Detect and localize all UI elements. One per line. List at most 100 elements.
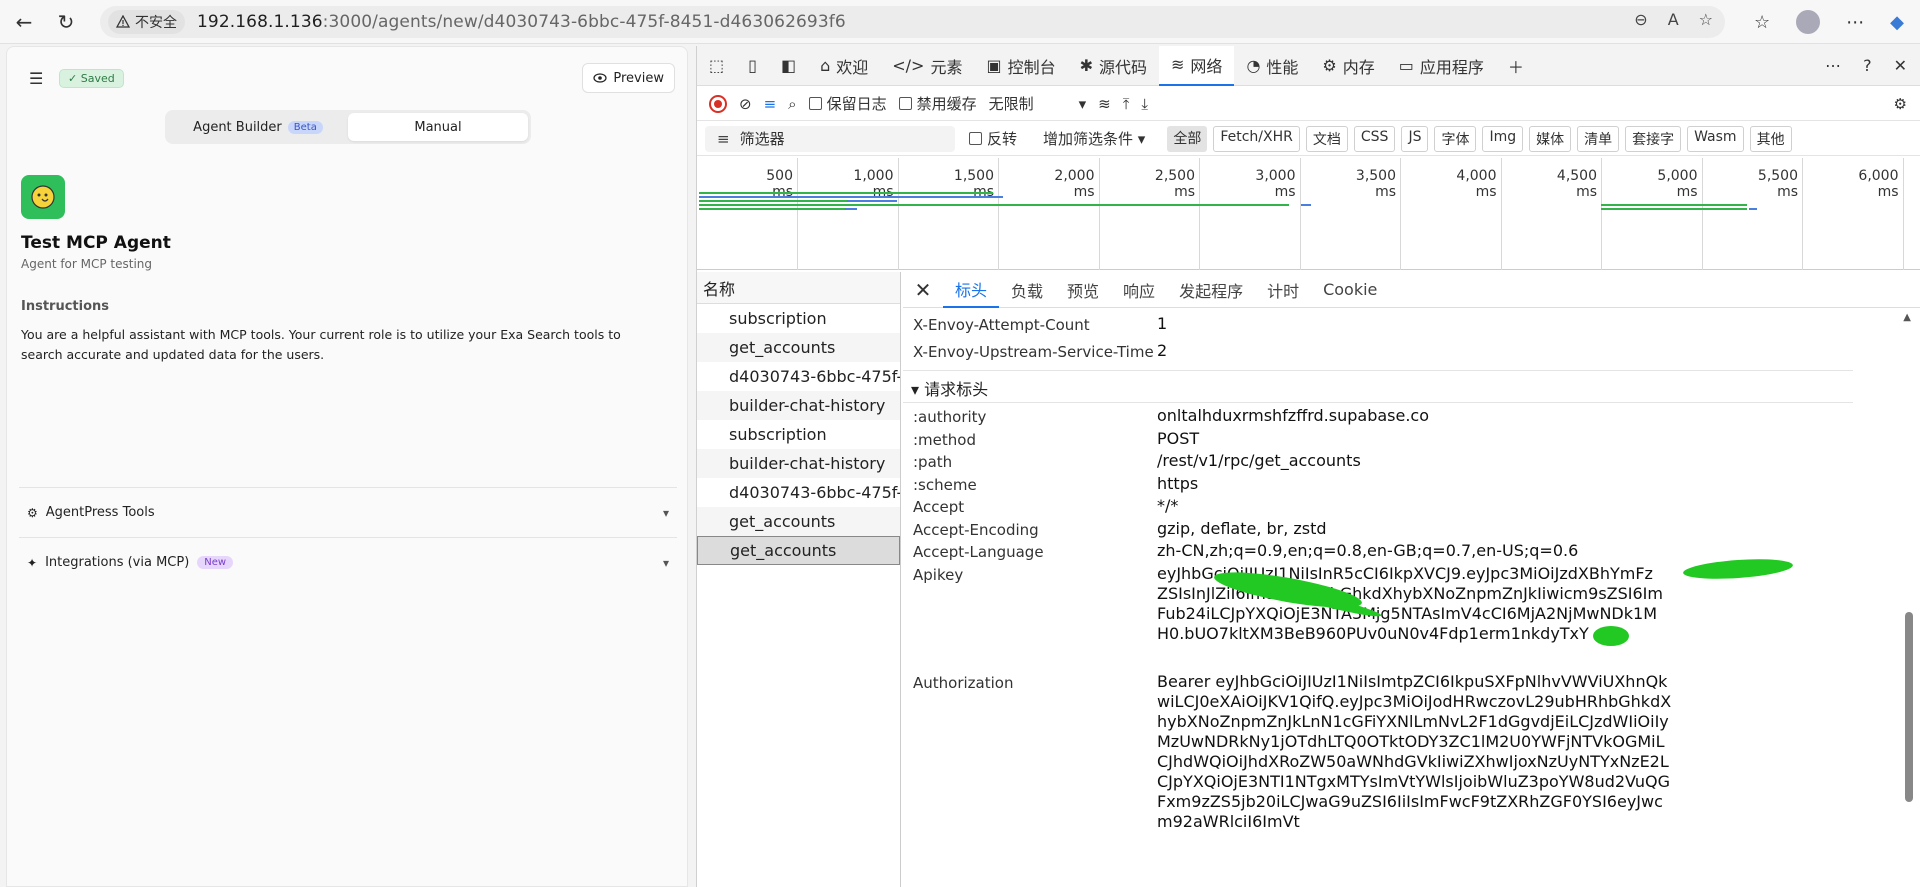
invert-checkbox[interactable]: 反转 — [969, 128, 1017, 149]
console-icon: ▣ — [986, 56, 1002, 75]
request-row[interactable]: builder-chat-history — [697, 391, 900, 420]
name-column-header[interactable]: 名称 — [697, 272, 900, 304]
detail-tab[interactable]: 发起程序 — [1167, 272, 1255, 308]
agent-description[interactable]: Agent for MCP testing — [21, 257, 152, 271]
copilot-icon[interactable]: ◆ — [1890, 12, 1904, 33]
tab-elements[interactable]: </> 元素 — [880, 46, 974, 86]
more-filters-dropdown[interactable]: 增加筛选条件 ▾ — [1043, 128, 1145, 149]
dock-icon[interactable]: ◧ — [769, 46, 808, 86]
record-icon[interactable] — [709, 94, 727, 113]
request-row[interactable]: d4030743-6bbc-475f-84... — [697, 362, 900, 391]
filter-chip[interactable]: Fetch/XHR — [1213, 125, 1300, 152]
menu-icon[interactable]: ☰ — [29, 69, 43, 88]
tab-manual[interactable]: Manual — [348, 113, 528, 141]
more-menu-icon[interactable]: ⋯ — [1846, 12, 1864, 33]
request-headers-title[interactable]: ▾ 请求标头 — [911, 376, 988, 400]
scrollbar-thumb[interactable] — [1905, 612, 1913, 802]
scroll-up-icon[interactable]: ▲ — [1903, 312, 1911, 323]
filter-chip[interactable]: 套接字 — [1625, 125, 1682, 152]
timeline-request-bar — [699, 192, 993, 194]
header-name: Apikey — [913, 566, 964, 584]
throttle-select[interactable]: 无限制 ▾ — [989, 93, 1087, 114]
filter-chip[interactable]: 字体 — [1434, 125, 1477, 152]
filter-chip[interactable]: 全部 — [1167, 125, 1208, 152]
timeline-gridline — [797, 158, 798, 270]
section-integrations[interactable]: ✦ Integrations (via MCP) New ▾ — [19, 537, 677, 587]
disable-cache-checkbox[interactable]: 禁用缓存 — [898, 93, 977, 114]
device-icon[interactable]: ▯ — [736, 46, 769, 86]
filter-chip[interactable]: Wasm — [1687, 125, 1744, 152]
request-row[interactable]: d4030743-6bbc-475f-84... — [697, 478, 900, 507]
header-value: /rest/v1/rpc/get_accounts — [1157, 451, 1361, 470]
request-row[interactable]: subscription — [697, 304, 900, 333]
network-timeline[interactable]: 500 ms 1,000 ms 1,500 ms 2,000 ms 2,500 ms 3,… — [697, 158, 1920, 270]
header-value: onltalhduxrmshfzffrd.supabase.co — [1157, 406, 1430, 425]
request-row[interactable]: subscription — [697, 420, 900, 449]
export-icon[interactable]: ⤓ — [1141, 95, 1148, 113]
timeline-gridline — [1601, 158, 1602, 270]
import-icon[interactable]: ⤒ — [1123, 95, 1130, 113]
back-button[interactable]: ← — [6, 4, 42, 40]
detail-tab[interactable]: 预览 — [1055, 272, 1111, 308]
read-aloud-icon[interactable]: A — [1668, 10, 1679, 29]
help-icon[interactable]: ? — [1863, 56, 1872, 75]
instructions-text[interactable]: You are a helpful assistant with MCP too… — [21, 325, 651, 365]
detail-tab[interactable]: 负载 — [999, 272, 1055, 308]
header-value: 1 — [1157, 314, 1168, 333]
filter-chip[interactable]: 其他 — [1749, 125, 1792, 152]
close-icon[interactable]: ✕ — [1894, 56, 1907, 75]
redaction-mark — [1593, 626, 1629, 646]
filter-chip[interactable]: JS — [1401, 125, 1429, 152]
detail-tab[interactable]: 计时 — [1255, 272, 1311, 308]
favorites-icon[interactable]: ☆ — [1754, 12, 1770, 33]
insecure-badge[interactable]: 不安全 — [108, 10, 185, 34]
request-row[interactable]: get_accounts — [697, 507, 900, 536]
timeline-tick-label: 3,000 ms — [1255, 168, 1296, 200]
filter-chip[interactable]: 清单 — [1577, 125, 1620, 152]
profile-avatar[interactable] — [1796, 10, 1821, 34]
request-row[interactable]: builder-chat-history — [697, 449, 900, 478]
add-tab-icon[interactable]: ＋ — [1496, 46, 1536, 86]
detail-tab[interactable]: Cookie — [1311, 272, 1389, 308]
close-detail-icon[interactable]: ✕ — [903, 278, 943, 302]
detail-tab[interactable]: 标头 — [943, 272, 1000, 308]
detail-tab[interactable]: 响应 — [1111, 272, 1167, 308]
request-row[interactable]: get_accounts — [697, 536, 900, 565]
timeline-gridline — [1400, 158, 1401, 270]
network-conditions-icon[interactable]: ≋ — [1098, 95, 1111, 113]
filter-chip[interactable]: CSS — [1353, 125, 1396, 152]
tab-network[interactable]: ≋ 网络 — [1159, 45, 1235, 86]
tab-welcome[interactable]: ⌂ 欢迎 — [808, 46, 880, 86]
inspect-icon[interactable]: ⬚ — [697, 46, 736, 86]
preview-button[interactable]: Preview — [582, 63, 675, 93]
timeline-gridline — [1802, 158, 1803, 270]
clear-icon[interactable]: ⊘ — [739, 95, 752, 113]
tab-agent-builder[interactable]: Agent Builder Beta — [168, 113, 348, 141]
address-bar[interactable]: 不安全 192.168.1.136:3000/agents/new/d40307… — [100, 6, 1725, 38]
timeline-tick-label: 4,000 ms — [1456, 168, 1497, 200]
search-icon[interactable]: ⌕ — [788, 95, 796, 113]
reload-button[interactable]: ↻ — [48, 4, 84, 40]
agent-name[interactable]: Test MCP Agent — [21, 233, 171, 253]
filter-input[interactable]: ≡ 筛选器 — [705, 125, 955, 152]
tab-memory[interactable]: ⚙ 内存 — [1310, 46, 1386, 86]
beta-badge: Beta — [287, 120, 323, 134]
zoom-icon[interactable]: ⊖ — [1634, 10, 1647, 29]
preserve-log-checkbox[interactable]: 保留日志 — [808, 93, 887, 114]
favorite-star-icon[interactable]: ☆ — [1699, 10, 1713, 29]
filter-icon[interactable]: ≡ — [764, 95, 777, 113]
tab-performance[interactable]: ◔ 性能 — [1234, 46, 1310, 86]
agent-avatar[interactable] — [21, 175, 65, 219]
tab-sources[interactable]: ✱ 源代码 — [1068, 46, 1159, 86]
tab-application[interactable]: ▭ 应用程序 — [1387, 46, 1496, 86]
filter-chip[interactable]: Img — [1482, 125, 1524, 152]
settings-icon[interactable]: ⚙ — [1894, 95, 1907, 113]
more-icon[interactable]: ⋯ — [1825, 56, 1841, 75]
chevron-down-icon: ▾ — [662, 505, 669, 520]
filter-chip[interactable]: 媒体 — [1529, 125, 1572, 152]
timeline-request-bar — [699, 196, 1003, 198]
section-agentpress-tools[interactable]: ⚙ AgentPress Tools ▾ — [19, 487, 677, 537]
request-row[interactable]: get_accounts — [697, 333, 900, 362]
filter-chip[interactable]: 文档 — [1305, 125, 1348, 152]
tab-console[interactable]: ▣ 控制台 — [974, 46, 1067, 86]
